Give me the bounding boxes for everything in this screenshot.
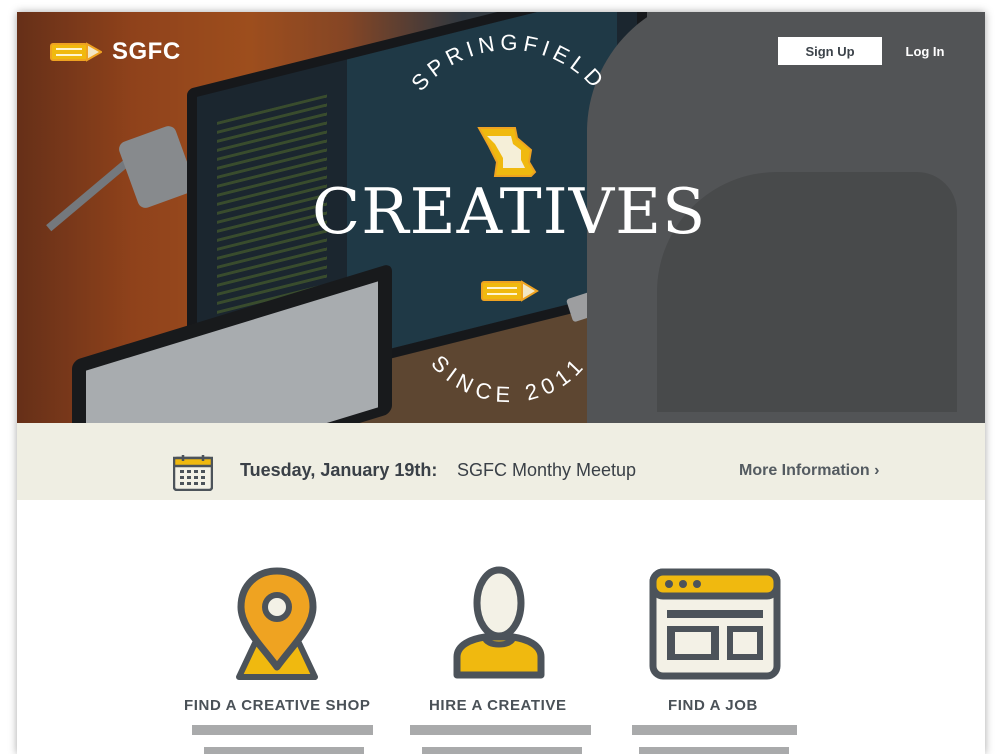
feature-label-find-job: FIND A JOB <box>668 697 758 714</box>
person-icon <box>453 566 545 679</box>
map-pin-icon <box>236 567 318 680</box>
feature-text-placeholder <box>410 725 591 735</box>
hero-title: CREATIVES <box>312 175 707 248</box>
badge-arc-bottom-text: SINCE 2011 <box>426 350 591 407</box>
feature-text-placeholder <box>422 747 582 754</box>
event-bar: Tuesday, January 19th: SGFC Monthy Meetu… <box>17 423 985 500</box>
event-name: SGFC Monthy Meetup <box>457 460 637 480</box>
missouri-state-icon <box>477 127 537 177</box>
badge-arc-top-text: SPRINGFIELD <box>406 30 611 96</box>
page: SGFC Sign Up Log In SPRINGFIELD SINCE 20… <box>17 12 985 754</box>
feature-label-find-creative-shop: FIND A CREATIVE SHOP <box>184 697 371 714</box>
browser-window-icon <box>649 568 781 680</box>
feature-label-hire-creative: HIRE A CREATIVE <box>429 697 567 714</box>
feature-text-placeholder <box>192 725 373 735</box>
feature-text-placeholder <box>639 747 789 754</box>
event-date: Tuesday, January 19th: <box>240 460 438 480</box>
hero-banner: SGFC Sign Up Log In SPRINGFIELD SINCE 20… <box>17 12 985 423</box>
feature-text-placeholder <box>632 725 797 735</box>
calendar-icon <box>173 455 213 491</box>
more-information-link[interactable]: More Information › <box>739 462 879 480</box>
feature-text-placeholder <box>204 747 364 754</box>
badge-pencil-icon <box>481 280 539 302</box>
